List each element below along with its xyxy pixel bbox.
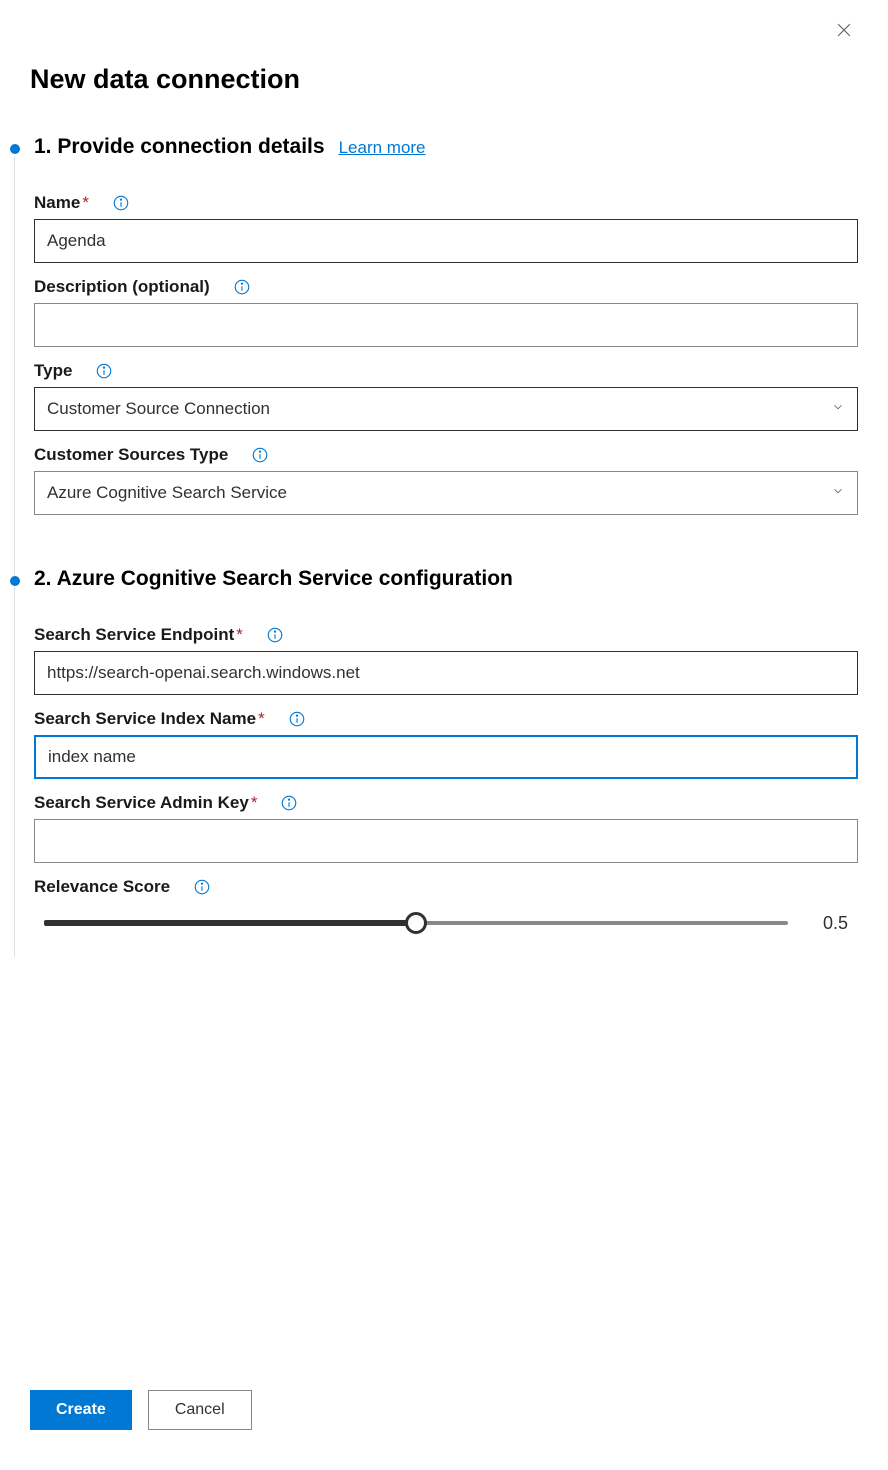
relevance-slider[interactable] [44, 911, 788, 935]
close-button[interactable] [828, 14, 860, 46]
description-label: Description (optional) [34, 277, 210, 297]
section-2-title: 2. Azure Cognitive Search Service config… [34, 567, 513, 591]
info-icon[interactable] [265, 625, 285, 645]
info-icon[interactable] [232, 277, 252, 297]
index-name-input[interactable] [34, 735, 858, 779]
learn-more-link[interactable]: Learn more [339, 138, 426, 158]
create-button[interactable]: Create [30, 1390, 132, 1430]
name-input[interactable] [34, 219, 858, 263]
type-label: Type [34, 361, 72, 381]
info-icon[interactable] [250, 445, 270, 465]
type-select[interactable]: Customer Source Connection [34, 387, 858, 431]
section-1-title: 1. Provide connection details [34, 135, 325, 159]
admin-key-input[interactable] [34, 819, 858, 863]
page-title: New data connection [30, 64, 858, 95]
cancel-button[interactable]: Cancel [148, 1390, 252, 1430]
info-icon[interactable] [94, 361, 114, 381]
endpoint-input[interactable] [34, 651, 858, 695]
info-icon[interactable] [287, 709, 307, 729]
name-label: Name* [34, 193, 89, 213]
section-bullet-icon [10, 576, 20, 586]
type-select-value: Customer Source Connection [47, 399, 270, 419]
chevron-down-icon [831, 399, 845, 419]
section-bullet-icon [10, 144, 20, 154]
section-divider-line [14, 157, 15, 957]
relevance-value: 0.5 [808, 913, 848, 934]
index-name-label: Search Service Index Name* [34, 709, 265, 729]
chevron-down-icon [831, 483, 845, 503]
customer-sources-type-label: Customer Sources Type [34, 445, 228, 465]
relevance-label: Relevance Score [34, 877, 170, 897]
customer-sources-type-select[interactable]: Azure Cognitive Search Service [34, 471, 858, 515]
section-1-header: 1. Provide connection details Learn more [34, 135, 858, 159]
info-icon[interactable] [192, 877, 212, 897]
description-input[interactable] [34, 303, 858, 347]
info-icon[interactable] [111, 193, 131, 213]
customer-sources-type-value: Azure Cognitive Search Service [47, 483, 287, 503]
endpoint-label: Search Service Endpoint* [34, 625, 243, 645]
admin-key-label: Search Service Admin Key* [34, 793, 257, 813]
slider-thumb[interactable] [405, 912, 427, 934]
footer: Create Cancel [30, 1390, 252, 1430]
info-icon[interactable] [279, 793, 299, 813]
section-2-header: 2. Azure Cognitive Search Service config… [34, 567, 858, 591]
slider-fill [44, 920, 416, 926]
